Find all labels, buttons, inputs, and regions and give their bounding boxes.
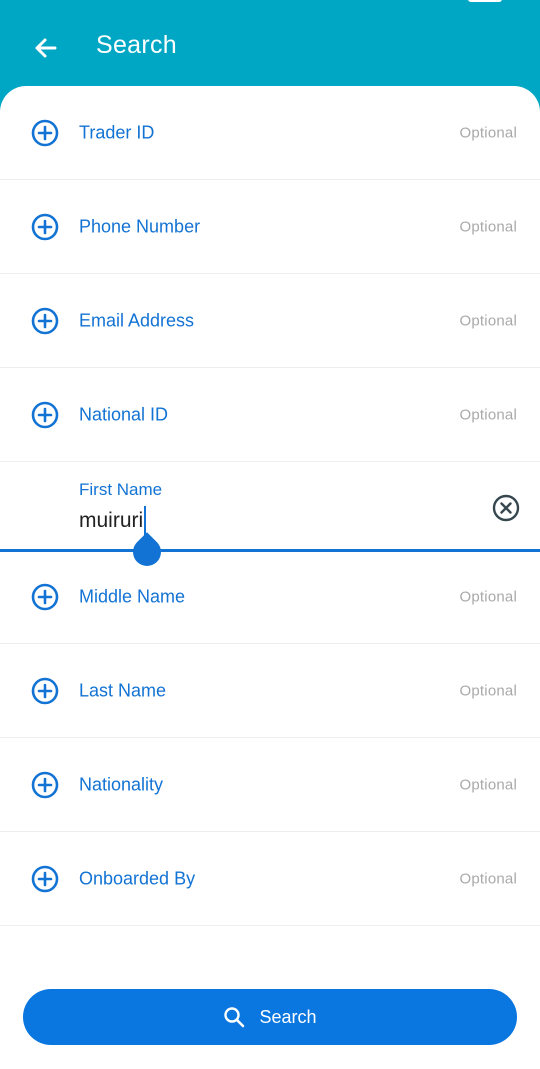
field-email-address[interactable]: Email Address Optional xyxy=(0,274,540,368)
search-button-label: Search xyxy=(259,1006,317,1027)
optional-hint: Optional xyxy=(459,218,517,235)
add-circle-icon xyxy=(31,771,59,798)
arrow-left-icon xyxy=(35,38,57,58)
field-phone-number[interactable]: Phone Number Optional xyxy=(0,180,540,274)
optional-hint: Optional xyxy=(459,682,517,699)
field-label: Nationality xyxy=(79,774,164,794)
search-icon xyxy=(223,1006,245,1028)
first-name-label: First Name xyxy=(79,480,163,499)
search-form: Trader ID Optional Phone Number Optional… xyxy=(0,86,540,1069)
field-label: National ID xyxy=(79,404,169,424)
field-nationality[interactable]: Nationality Optional xyxy=(0,738,540,832)
optional-hint: Optional xyxy=(459,776,517,793)
optional-hint: Optional xyxy=(459,124,517,141)
search-button[interactable]: Search xyxy=(23,989,517,1045)
field-label: Last Name xyxy=(79,680,167,700)
first-name-value[interactable]: muiruri xyxy=(79,509,143,533)
field-first-name[interactable]: First Name muiruri xyxy=(0,462,540,572)
field-trader-id[interactable]: Trader ID Optional xyxy=(0,86,540,180)
optional-hint: Optional xyxy=(459,870,517,887)
optional-hint: Optional xyxy=(459,588,517,605)
add-circle-icon xyxy=(31,677,59,704)
field-national-id[interactable]: National ID Optional xyxy=(0,368,540,462)
add-circle-icon xyxy=(31,401,59,428)
add-circle-icon xyxy=(31,119,59,146)
first-name-input[interactable]: muiruri xyxy=(79,506,147,536)
add-circle-icon xyxy=(31,213,59,240)
app-screen: Search Trader ID Optional Phone Number O… xyxy=(0,0,540,1069)
field-label: Trader ID xyxy=(79,122,155,142)
add-circle-icon xyxy=(31,307,59,334)
app-bar: Search xyxy=(0,0,540,92)
back-button[interactable] xyxy=(24,26,68,70)
field-onboarded-by[interactable]: Onboarded By Optional xyxy=(0,832,540,926)
add-circle-icon xyxy=(31,583,59,610)
optional-hint: Optional xyxy=(459,406,517,423)
field-label: Email Address xyxy=(79,310,195,330)
field-label: Onboarded By xyxy=(79,868,196,888)
field-middle-name[interactable]: Middle Name Optional xyxy=(0,550,540,644)
page-title: Search xyxy=(96,31,178,59)
field-last-name[interactable]: Last Name Optional xyxy=(0,644,540,738)
field-label: Phone Number xyxy=(79,216,201,236)
clear-circle-icon[interactable] xyxy=(491,493,521,523)
optional-hint: Optional xyxy=(459,312,517,329)
add-circle-icon xyxy=(31,865,59,892)
field-label: Middle Name xyxy=(79,586,186,606)
